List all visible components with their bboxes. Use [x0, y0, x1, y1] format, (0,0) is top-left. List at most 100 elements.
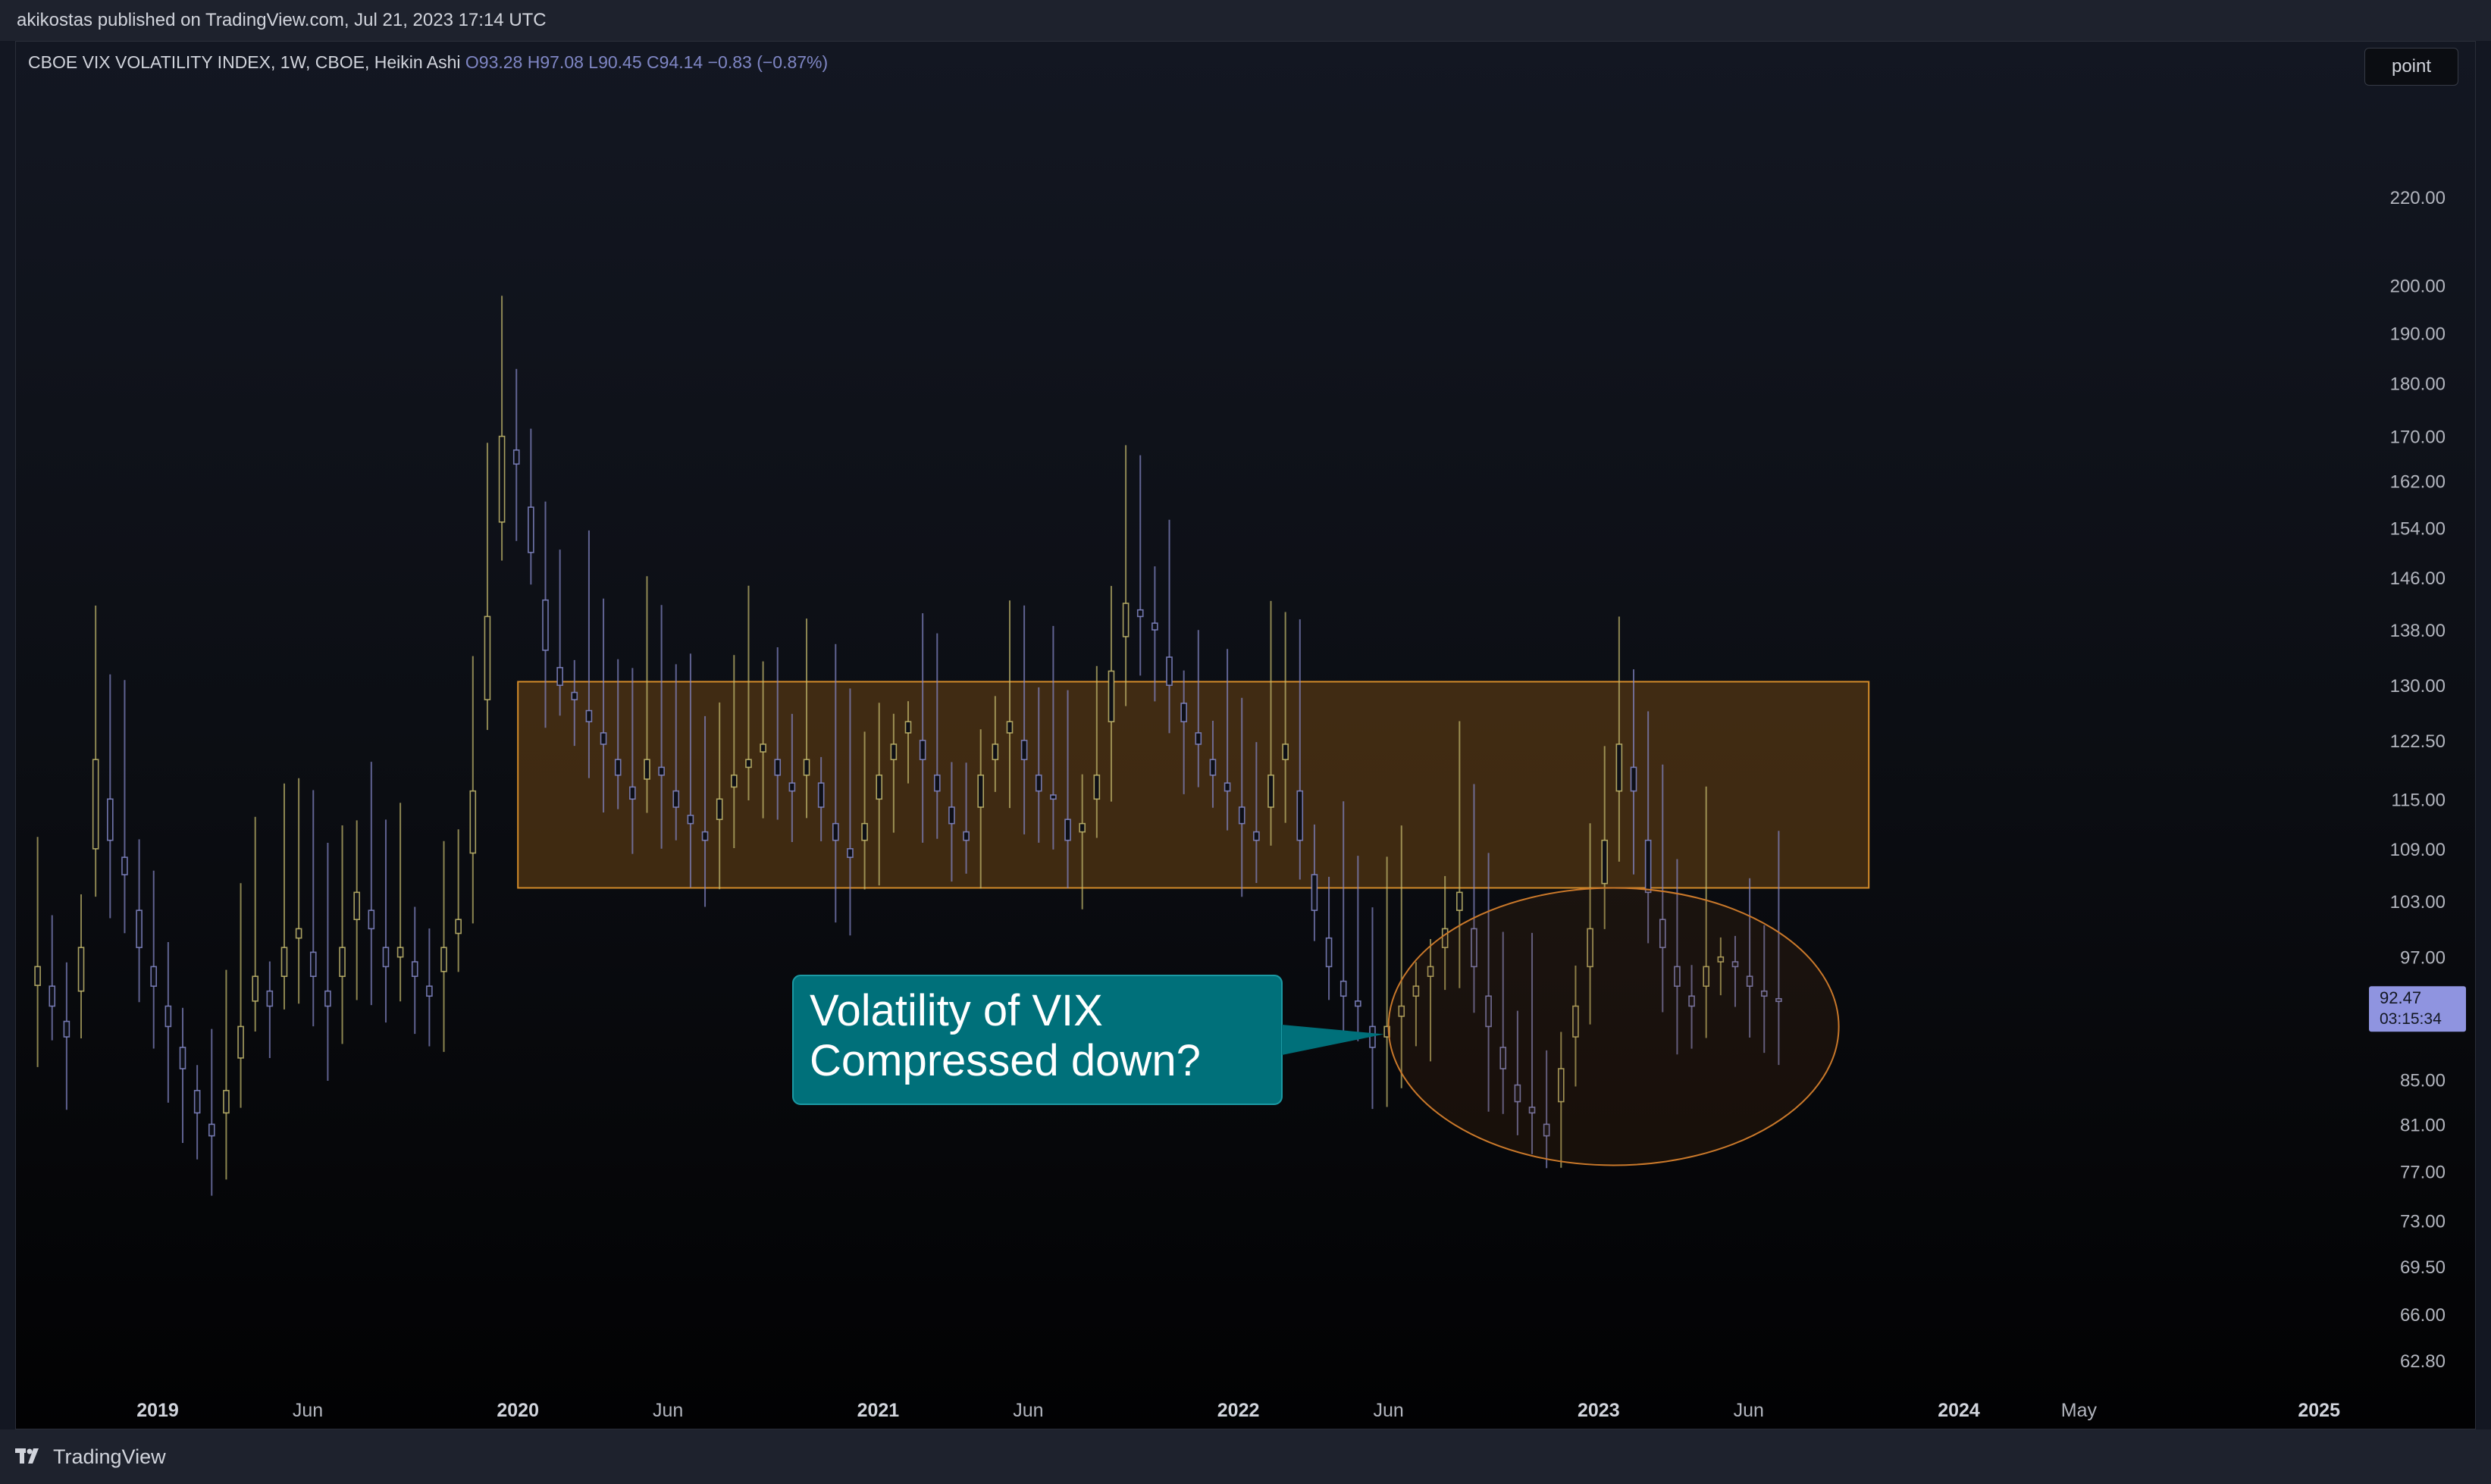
point-scale-button[interactable]: point	[2364, 48, 2458, 86]
candle-body	[455, 919, 462, 935]
candle-body	[280, 947, 288, 977]
candle-body	[1238, 806, 1246, 825]
candle-body	[687, 814, 694, 825]
resistance-zone[interactable]	[517, 681, 1870, 889]
candle-body	[368, 909, 375, 930]
candle-body	[411, 961, 418, 977]
candle-body	[1340, 980, 1347, 997]
candle-body	[237, 1025, 244, 1059]
candle-body	[1311, 874, 1318, 911]
time-tick-label: May	[2061, 1400, 2098, 1421]
candle-body	[1456, 891, 1463, 911]
candle-body	[1166, 656, 1173, 686]
candle-body	[92, 759, 99, 850]
resistance-zone-rect	[517, 681, 1870, 889]
candle-body	[1644, 839, 1652, 894]
compression-ellipse[interactable]	[1387, 887, 1840, 1166]
open-value: O93.28	[465, 52, 523, 72]
candle-body	[1035, 774, 1042, 792]
candle-body	[309, 951, 317, 977]
last-price-tag: 92.47 03:15:34	[2369, 986, 2466, 1032]
candle-body	[803, 759, 810, 776]
compression-ellipse-shape	[1387, 887, 1840, 1166]
symbol-name: CBOE VIX VOLATILITY INDEX, 1W, CBOE, Hei…	[28, 52, 461, 72]
candle-body	[1282, 744, 1289, 760]
candle-body	[614, 759, 622, 776]
high-value: H97.08	[527, 52, 584, 72]
candle-body	[542, 599, 549, 651]
price-tick-label: 162.00	[2390, 472, 2446, 493]
tradingview-brand: TradingView	[53, 1445, 166, 1468]
candle-body	[136, 909, 143, 948]
candle-body	[847, 848, 854, 858]
price-tag-value: 92.47	[2380, 988, 2421, 1007]
time-axis[interactable]: 2019 Jun 2020 Jun 2021 Jun 2022 Jun 2023 Jun 2024 M…	[136, 1400, 2340, 1421]
candle-body	[77, 947, 85, 992]
price-tick-label: 190.00	[2390, 324, 2446, 345]
candle-body	[295, 928, 302, 939]
published-text: akikostas published on TradingView.com, …	[17, 10, 547, 30]
price-tick-label: 130.00	[2390, 676, 2446, 697]
time-tick-label: Jun	[1734, 1400, 1764, 1421]
callout-annotation[interactable]: Volatility of VIXCompressed down?	[792, 975, 1384, 1105]
publish-info-bar: akikostas published on TradingView.com, …	[0, 0, 2491, 41]
candle-body	[861, 822, 868, 841]
time-tick-label: Jun	[1373, 1400, 1403, 1421]
price-tick-label: 103.00	[2390, 892, 2446, 913]
price-tick-label: 146.00	[2390, 568, 2446, 589]
tradingview-logo[interactable]: TradingView	[15, 1445, 166, 1469]
candle-body	[1615, 744, 1623, 792]
candle-body	[1020, 740, 1028, 760]
candle-body	[150, 966, 158, 987]
candle-body	[876, 774, 883, 800]
candle-body	[1355, 1000, 1361, 1007]
candle-body	[716, 798, 723, 820]
candle-body	[498, 435, 506, 523]
candle-body	[760, 744, 766, 753]
candle-body	[1601, 839, 1609, 884]
price-tick-label: 122.50	[2390, 731, 2446, 752]
candle-body	[396, 947, 404, 958]
callout-line-2: Compressed down?	[810, 1036, 1201, 1085]
candle-body	[672, 790, 680, 808]
price-tick-label: 115.00	[2391, 790, 2446, 810]
price-tick-label: 180.00	[2390, 374, 2446, 395]
candle-body	[469, 790, 477, 854]
tradingview-logo-icon	[15, 1448, 39, 1464]
candle-body	[774, 759, 782, 776]
candle-body	[1195, 732, 1202, 745]
time-tick-label: 2021	[857, 1400, 900, 1421]
change-value: −0.83 (−0.87%)	[707, 52, 829, 72]
time-tick-label: 2024	[1938, 1400, 1980, 1421]
price-tick-label: 220.00	[2390, 188, 2446, 208]
candle-body	[1136, 609, 1144, 618]
time-tick-label: 2025	[2298, 1400, 2340, 1421]
candle-body	[904, 721, 912, 734]
chart-panel[interactable]: Volatility of VIX Compressed down? 220.00…	[15, 41, 2476, 1429]
candle-body	[324, 990, 331, 1007]
candle-body	[107, 798, 114, 841]
candle-body	[817, 782, 825, 808]
candle-body	[556, 667, 563, 686]
price-axis[interactable]: 220.00 200.00 190.00 180.00 170.00 162.00 154.…	[2390, 188, 2446, 1372]
time-tick-label: 2020	[497, 1400, 539, 1421]
candle-body	[1079, 822, 1086, 833]
candle-body	[658, 766, 665, 776]
candle-body	[1152, 622, 1158, 631]
candle-body	[382, 947, 390, 968]
candle-body	[1253, 831, 1260, 841]
price-tick-label: 69.50	[2400, 1257, 2446, 1278]
candle-body	[731, 774, 738, 788]
candle-body	[1122, 603, 1130, 637]
candle-body	[992, 744, 999, 760]
candle-body	[1006, 721, 1014, 734]
candle-body	[440, 947, 447, 972]
candle-body	[963, 831, 970, 841]
price-chart[interactable]: Volatility of VIXCompressed down? 220.00…	[16, 42, 2476, 1429]
price-tick-label: 73.00	[2400, 1212, 2446, 1232]
time-tick-label: 2019	[136, 1400, 179, 1421]
time-tick-label: Jun	[653, 1400, 683, 1421]
candle-body	[121, 856, 128, 875]
candle-body	[528, 506, 534, 553]
candle-body	[585, 709, 593, 722]
